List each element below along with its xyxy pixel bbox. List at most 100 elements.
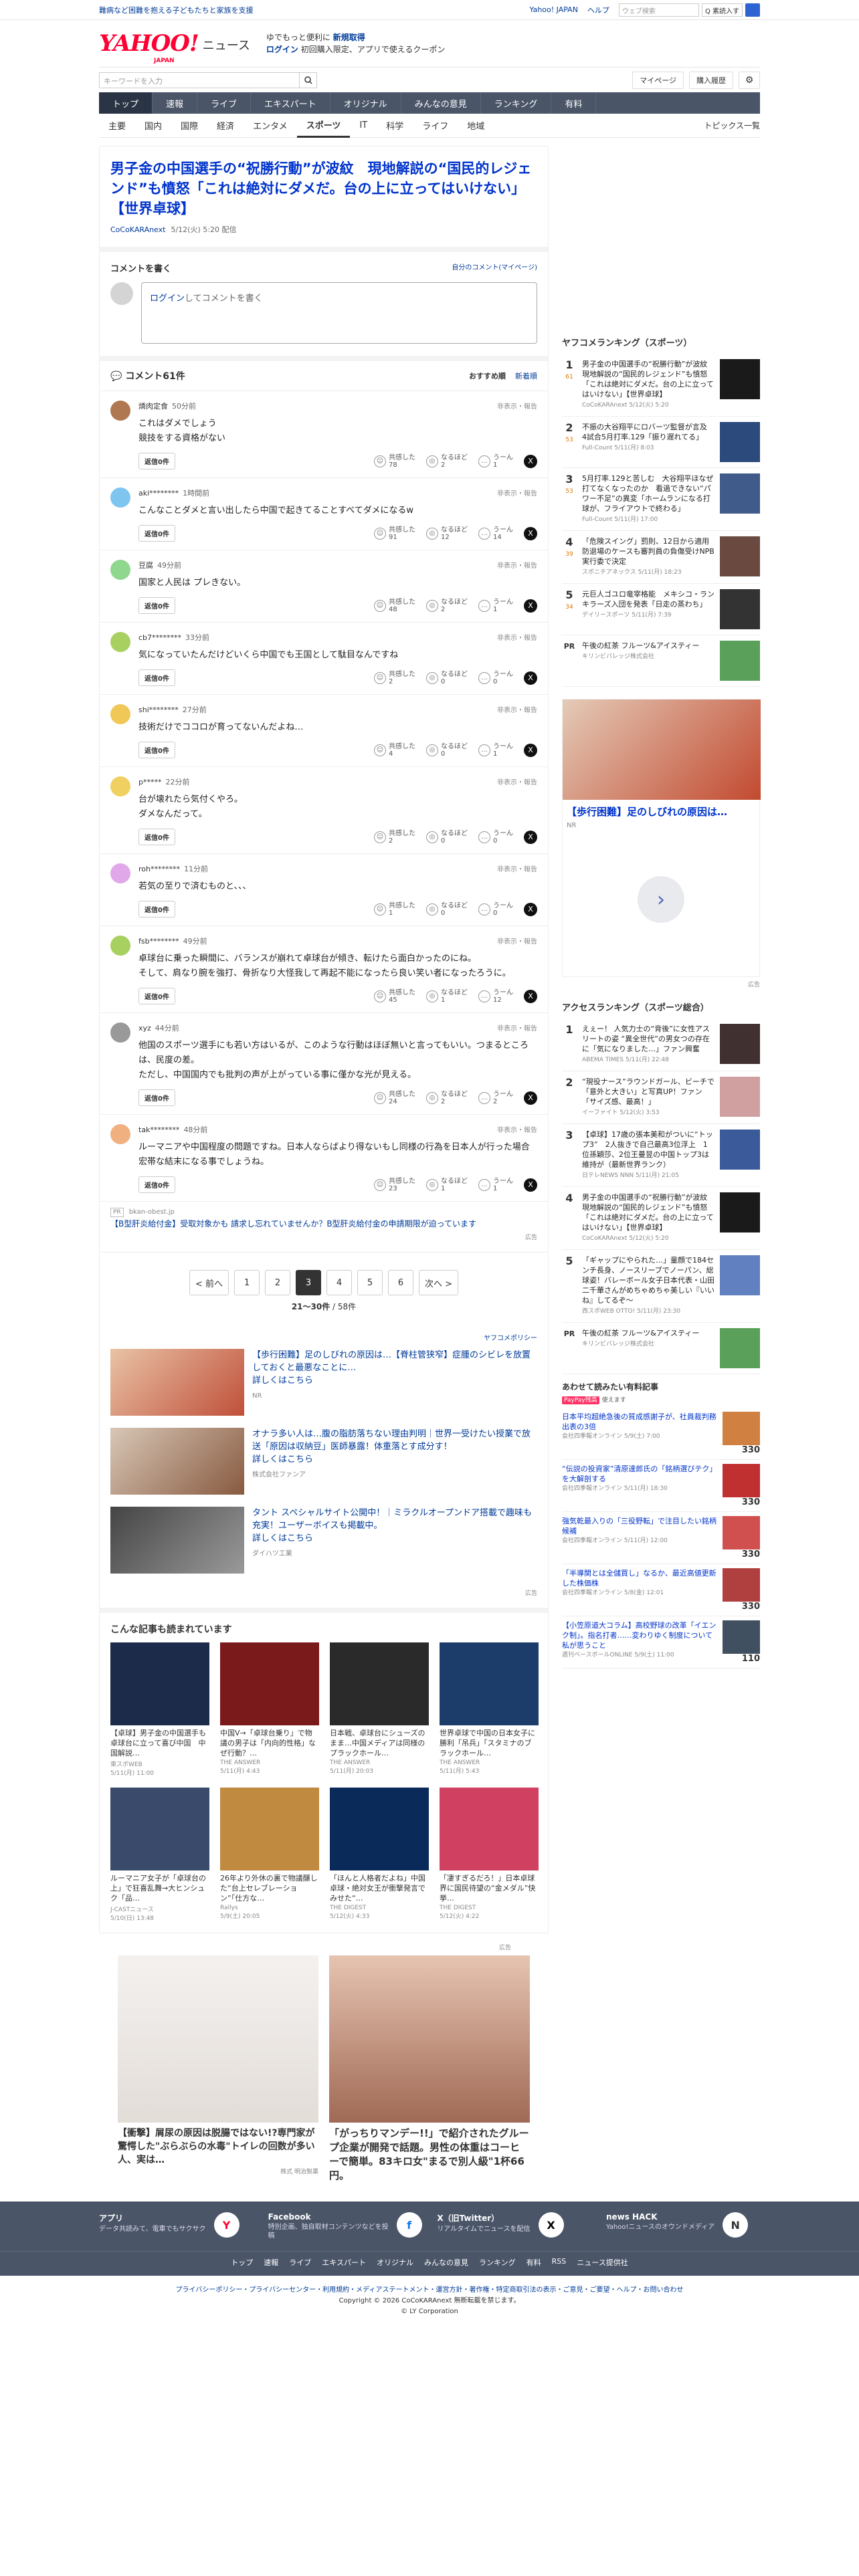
report-link[interactable]: 非表示・報告 [497,936,537,946]
nav-top[interactable]: トップ [99,92,153,114]
react-hmm-button[interactable]: … うーん 0 [478,671,513,685]
avatar[interactable] [110,632,130,652]
paid-article[interactable]: 「半導関とは全儲買し」なるか、最近高値更新した株価株 会社四季報オンライン 5/8… [562,1564,760,1616]
ad-link[interactable]: 詳しくはこちら [252,1455,313,1465]
comment-user[interactable]: xyz [138,1024,151,1033]
cat-main[interactable]: 主要 [99,114,135,138]
x-share-icon[interactable]: X [524,671,537,685]
chevron-right-icon[interactable]: › [638,876,684,923]
avatar[interactable] [110,776,130,796]
rank-title[interactable]: 男子金の中国選手の“祝勝行動”が波紋 現地解説の“国民的レジェンド”も憤怒「これ… [582,1193,714,1232]
paid-title[interactable]: 「半導関とは全儲買し」なるか、最近高値更新した株価株 [562,1569,717,1588]
rank-title[interactable]: 午後の紅茶 フルーツ&アイスティー [582,1329,699,1337]
ranking-item[interactable]: 1 61 男子金の中国選手の“祝勝行動”が波紋 現地解説の“国民的レジェンド”も憤怒… [562,354,760,417]
newshack-icon[interactable]: N [723,2212,749,2238]
avatar[interactable] [110,560,130,580]
report-link[interactable]: 非表示・報告 [497,560,537,570]
web-search-input[interactable]: ウェブ検索 [618,3,699,17]
rank-title[interactable]: 元巨人ゴユロ竜宰格能 メキシコ・ランキラーズ入団を発表「日走の蒸わち」 [582,590,714,609]
article-title[interactable]: 世界卓球で中国の日本女子に勝利「吊兵」「スタミナのブラックホール… [440,1728,539,1758]
react-indeed-button[interactable]: ◎ なるほど 2 [426,454,468,469]
sort-newest[interactable]: 新着順 [515,370,537,381]
ranking-item[interactable]: 1 えぇー！ 人気力士の“背後”に女性アスリートの姿 “異全世代”の男女つの存在に… [562,1018,760,1071]
report-link[interactable]: 非表示・報告 [497,632,537,643]
ranking-item[interactable]: 5 「ギャップにやられた…」童顔で184センチ長身、ノースリーブでノーパン、総球姿… [562,1250,760,1323]
related-article[interactable]: ルーマニア女子が「卓球台の上」で狂喜乱舞→大ヒンシュク「品… J-CASTニュース… [110,1788,209,1922]
related-article[interactable]: 中国V→「卓球台乗り」で物議の男子は「内向的性格」なぜ行動？… THE ANSWE… [220,1642,319,1777]
article-title[interactable]: 「ほんと人格者だよね」中国卓球・絶対女王が衝撃発言でみせた“… [330,1873,429,1903]
gear-icon[interactable]: ⚙ [739,71,760,89]
nav-paid[interactable]: 有料 [551,92,597,114]
cat-sports[interactable]: スポーツ [296,114,351,138]
ad-title[interactable]: 【衝撃】屑尿の原因は脱腸ではない!?専門家が驚愕した"ぶらぶらの水毒"トイレの回… [118,2127,318,2167]
help-link[interactable]: ヘルプ [587,5,609,15]
rank-title[interactable]: えぇー！ 人気力士の“背後”に女性アスリートの姿 “異全世代”の男女つの存在に「… [582,1025,710,1053]
react-hmm-button[interactable]: … うーん 0 [478,902,513,917]
bottom-ad[interactable]: 【衝撃】屑尿の原因は脱腸ではない!?専門家が驚愕した"ぶらぶらの水毒"トイレの回… [118,1955,318,2183]
nav-opinion[interactable]: みんなの意見 [401,92,481,114]
react-empathy-button[interactable]: ☺ 共感した 4 [374,743,415,758]
react-empathy-button[interactable]: ☺ 共感した 23 [374,1178,415,1192]
paid-title[interactable]: 強気乾最入りの「三役野転」で注目したい銘柄候補 [562,1517,717,1535]
page-6[interactable]: 6 [388,1270,413,1295]
nav-original[interactable]: オリジナル [330,92,401,114]
ad-title[interactable]: タント スペシャルサイト公開中！｜ミラクルオープンドア搭載で趣味も充実！ユーザー… [252,1508,532,1531]
report-link[interactable]: 非表示・報告 [497,1124,537,1135]
react-indeed-button[interactable]: ◎ なるほど 2 [426,599,468,613]
cat-world[interactable]: 国際 [171,114,207,138]
reply-button[interactable]: 返信0件 [138,525,175,542]
avatar[interactable] [110,1124,130,1144]
react-empathy-button[interactable]: ☺ 共感した 1 [374,902,415,917]
footer-link[interactable]: 有料 [527,2257,541,2268]
react-indeed-button[interactable]: ◎ なるほど 0 [426,743,468,758]
react-hmm-button[interactable]: … うーん 1 [478,599,513,613]
footer-link[interactable]: RSS [552,2257,567,2268]
report-link[interactable]: 非表示・報告 [497,776,537,787]
x-share-icon[interactable]: X [524,902,537,916]
search-icon[interactable] [745,3,760,17]
yahoo-japan-link[interactable]: Yahoo! JAPAN [529,5,578,14]
ranking-item[interactable]: 2 53 不振の大谷翔平にロバーツ監督が言及 4試合5月打率.129「振り遅れてる」… [562,417,760,468]
nav-live[interactable]: ライブ [197,92,252,114]
page-4[interactable]: 4 [326,1270,352,1295]
charity-link[interactable]: 難病など困難を抱える子どもたちと家族を支援 [99,5,254,15]
ranking-item[interactable]: PR 午後の紅茶 フルーツ&アイスティー キリンビバレッジ株式会社 [562,1323,760,1374]
footer-link[interactable]: 速報 [264,2257,278,2268]
comment-user[interactable]: fsb******** [138,937,179,946]
article-title[interactable]: 日本戦、卓球台にシューズのまま…中国メディアは同様のプラックホール… [330,1728,429,1758]
react-indeed-button[interactable]: ◎ なるほど 1 [426,989,468,1004]
paid-title[interactable]: 【小笠原道大コラム】高校野球の改革「イエンク制」。指名打者……変わりゆく制度につ… [562,1621,717,1650]
footer-channel[interactable]: Facebook 特別企画、独自取材コンテンツなどを投稿 f [268,2212,422,2240]
comment-input[interactable]: ログインしてコメントを書く [141,282,537,344]
cat-entertainment[interactable]: エンタメ [244,114,297,138]
comment-user[interactable]: cb7******** [138,633,181,642]
avatar[interactable] [110,1023,130,1043]
cat-life[interactable]: ライフ [413,114,458,138]
comment-user[interactable]: 燐肉定食 [138,402,168,411]
react-hmm-button[interactable]: … うーん 1 [478,1178,513,1192]
reply-button[interactable]: 返信0件 [138,901,175,918]
legal-links[interactable]: プライバシーポリシー・プライバシーセンター・利用規約・メディアステートメント・運… [0,2285,859,2296]
react-indeed-button[interactable]: ◎ なるほど 0 [426,671,468,685]
footer-link[interactable]: ライブ [289,2257,311,2268]
paid-article[interactable]: 【小笠原道大コラム】高校野球の改革「イエンク制」。指名打者……変わりゆく制度につ… [562,1616,760,1669]
react-indeed-button[interactable]: ◎ なるほど 12 [426,526,468,541]
react-indeed-button[interactable]: ◎ なるほど 0 [426,830,468,845]
react-indeed-button[interactable]: ◎ なるほど 0 [426,902,468,917]
ranking-item[interactable]: 3 53 5月打率.129と苦しむ 大谷翔平ほなぜ打てなくなったのか 看過できない“… [562,468,760,531]
yahoo-logo[interactable]: YAHOO! [99,30,199,57]
footer-link[interactable]: みんなの意見 [424,2257,468,2268]
article-title[interactable]: 「凄すぎるだろ！」日本卓球界に国民待望の“金メダル”快挙… [440,1873,539,1903]
article-title[interactable]: 26年より外休の裏で物議醸した“台上セレブレーション”「仕方な… [220,1873,319,1903]
paid-title[interactable]: 日本平均超絶急後の質成感謝子が、社員裁判務出表の3倍 [562,1412,717,1431]
ad-title[interactable]: 「がっちりマンデー!!」で紹介されたグループ企業が開発で話題。男性の体重はコーヒ… [329,2127,530,2183]
ad-title[interactable]: 【歩行困難】足のしびれの原因は… [563,800,759,822]
search-scope-button[interactable]: Q 素読入す [701,3,743,17]
related-article[interactable]: 「ほんと人格者だよね」中国卓球・絶対女王が衝撃発言でみせた“… THE DIGES… [330,1788,429,1922]
react-empathy-button[interactable]: ☺ 共感した 2 [374,671,415,685]
reply-button[interactable]: 返信0件 [138,597,175,614]
react-empathy-button[interactable]: ☺ 共感した 2 [374,830,415,845]
facebook-icon[interactable]: f [396,2212,422,2238]
react-hmm-button[interactable]: … うーん 14 [478,526,513,541]
sponsored-item[interactable]: オナラ多い人は…腹の脂肪落ちない理由判明｜世界一受けたい授業で放送「原因は収納豆… [110,1428,537,1495]
